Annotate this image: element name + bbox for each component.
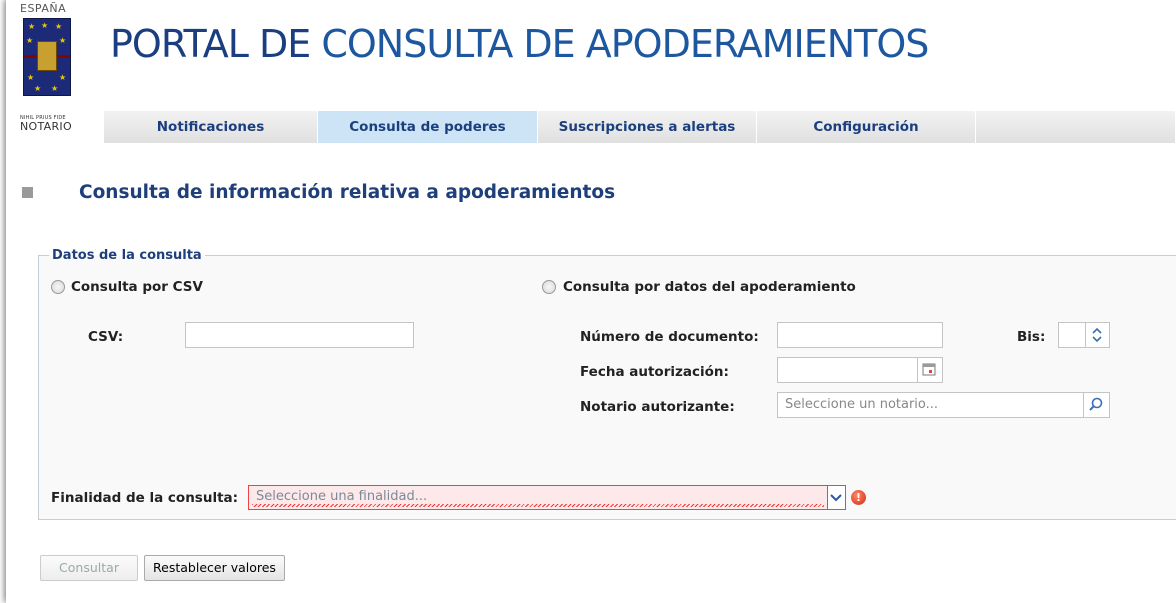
radio-csv[interactable] (51, 280, 65, 294)
error-alert-icon: ! (851, 490, 866, 505)
finalidad-select[interactable]: Seleccione una finalidad... (248, 485, 828, 510)
calendar-icon (922, 363, 936, 376)
tab-notificaciones[interactable]: Notificaciones (104, 111, 318, 143)
fecha-autorizacion-input[interactable] (777, 357, 918, 383)
section-bullet-icon (22, 187, 33, 198)
csv-input[interactable] (185, 322, 414, 348)
radio-datos-apoderamiento[interactable] (542, 280, 556, 294)
tab-suscripciones-a-alertas[interactable]: Suscripciones a alertas (538, 111, 757, 143)
portal-title-part1: PORTAL DE (110, 22, 322, 66)
radio-csv-label[interactable]: Consulta por CSV (71, 279, 203, 295)
csv-label: CSV: (88, 329, 124, 345)
finalidad-label: Finalidad de la consulta: (51, 490, 239, 506)
logo-brand: NOTARIO (20, 120, 72, 133)
numero-documento-label: Número de documento: (580, 329, 759, 345)
logo-country-text: ESPAÑA (20, 2, 67, 15)
bis-input[interactable] (1058, 322, 1086, 348)
chevron-down-icon (830, 494, 842, 502)
portal-title: PORTAL DE CONSULTA DE APODERAMIENTOS (110, 22, 929, 66)
query-legend: Datos de la consulta (52, 248, 202, 263)
restablecer-valores-button[interactable]: Restablecer valores (144, 555, 285, 581)
calendar-button[interactable] (918, 357, 943, 383)
section-header: Consulta de información relativa a apode… (22, 182, 615, 203)
nav-filler (976, 111, 1176, 143)
notary-logo: ESPAÑA ★ ★ ★ ★ ★ ★ ★ ★ ★ NIHIL PRIUS FIDE NOT… (20, 2, 98, 142)
search-icon (1089, 397, 1103, 411)
tab-configuracion[interactable]: Configuración (757, 111, 976, 143)
notario-autorizante-label: Notario autorizante: (580, 399, 735, 415)
fecha-autorizacion-label: Fecha autorización: (580, 364, 729, 380)
numero-documento-input[interactable] (777, 322, 943, 348)
bis-stepper[interactable] (1086, 322, 1110, 348)
tab-consulta-de-poderes[interactable]: Consulta de poderes (318, 111, 538, 143)
bis-label: Bis: (1017, 329, 1046, 345)
stepper-arrows-icon (1092, 327, 1102, 343)
section-title: Consulta de información relativa a apode… (79, 182, 616, 203)
finalidad-placeholder: Seleccione una finalidad... (256, 489, 428, 504)
portal-title-part2: CONSULTA DE APODERAMIENTOS (321, 22, 929, 66)
radio-datos-label[interactable]: Consulta por datos del apoderamiento (563, 279, 856, 295)
consultar-button[interactable]: Consultar (40, 555, 138, 581)
notary-emblem-icon: ★ ★ ★ ★ ★ ★ ★ ★ ★ (23, 18, 71, 96)
finalidad-dropdown-button[interactable] (828, 485, 846, 510)
spellcheck-underline (252, 504, 824, 507)
notario-search-button[interactable] (1084, 392, 1110, 418)
notario-autorizante-input[interactable]: Seleccione un notario... (777, 392, 1084, 418)
main-nav: Notificaciones Consulta de poderes Suscr… (104, 111, 1176, 143)
